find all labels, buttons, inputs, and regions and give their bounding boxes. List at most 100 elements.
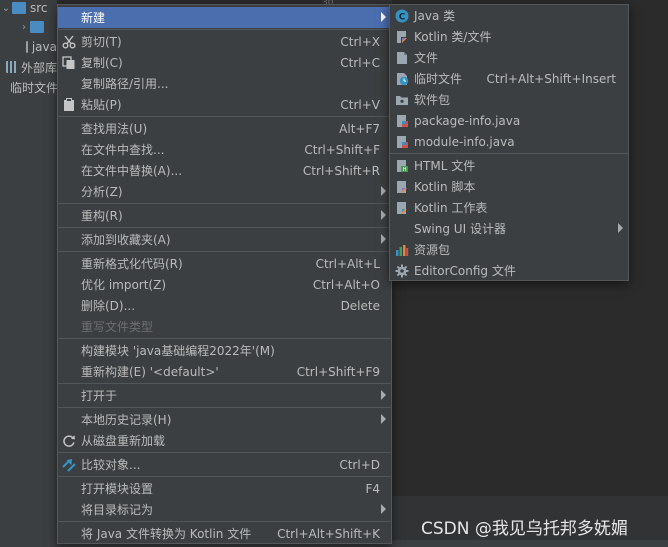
chevron-down-icon[interactable]: ⌄ [0,3,12,14]
menu-item-label: 打开于 [81,389,118,403]
menu-item-copy[interactable]: 复制(C) Ctrl+C [58,52,391,73]
shortcut-label: Ctrl+C [340,55,380,70]
chevron-right-icon [381,210,386,220]
menu-separator [58,203,391,204]
shortcut-label: Ctrl+Alt+Shift+K [277,526,380,541]
menu-item-label: 剪切(T) [81,35,122,49]
menu-item-delete[interactable]: 删除(D)... Delete [58,295,391,316]
chevron-right-icon [381,12,386,22]
menu-item-label: 比较对象... [81,458,141,472]
menu-item-label: 本地历史记录(H) [81,413,172,427]
menu-item-optimize-imports[interactable]: 优化 import(Z) Ctrl+Alt+O [58,274,391,295]
menu-item-paste[interactable]: 粘贴(P) Ctrl+V [58,94,391,115]
menu-item-mark-directory-as[interactable]: 将目录标记为 [58,499,391,520]
submenu-item-kotlin-class[interactable]: Kotlin 类/文件 [390,26,628,47]
menu-item-copy-path[interactable]: 复制路径/引用... [58,73,391,94]
menu-item-find-usages[interactable]: 查找用法(U) Alt+F7 [58,118,391,139]
submenu-item-label: package-info.java [414,113,521,128]
chevron-right-icon[interactable]: › [18,22,30,33]
menu-item-add-to-favorites[interactable]: 添加到收藏夹(A) [58,229,391,250]
submenu-item-kotlin-script[interactable]: Kotlin 脚本 [390,176,628,197]
submenu-item-resource-bundle[interactable]: 资源包 [390,239,628,260]
menu-separator [390,153,628,154]
menu-item-open-in[interactable]: 打开于 [58,385,391,406]
menu-item-refactor[interactable]: 重构(R) [58,205,391,226]
tree-row-folder[interactable]: › [0,17,57,37]
submenu-item-package-info[interactable]: package-info.java [390,110,628,131]
submenu-item-module-info[interactable]: module-info.java [390,131,628,152]
menu-item-label: 在文件中替换(A)... [81,164,183,178]
menu-item-open-module-settings[interactable]: 打开模块设置 F4 [58,478,391,499]
menu-item-cut[interactable]: 剪切(T) Ctrl+X [58,31,391,52]
menu-item-convert-to-kotlin[interactable]: 将 Java 文件转换为 Kotlin 文件 Ctrl+Alt+Shift+K [58,523,391,544]
menu-item-rebuild[interactable]: 重新构建(E) '<default>' Ctrl+Shift+F9 [58,361,391,382]
library-icon [6,61,17,73]
tree-row-external-libraries[interactable]: 外部库 [0,57,57,77]
submenu-item-scratch-file[interactable]: 临时文件 Ctrl+Alt+Shift+Insert [390,68,628,89]
menu-item-label: 优化 import(Z) [81,278,167,292]
tree-label: java [31,40,57,54]
menu-item-label: 将目录标记为 [81,503,154,517]
submenu-item-swing-ui-designer[interactable]: Swing UI 设计器 [390,218,628,239]
submenu-item-java-class[interactable]: C Java 类 [390,5,628,26]
menu-item-compare-with[interactable]: 比较对象... Ctrl+D [58,454,391,475]
tree-row-java[interactable]: java [0,37,57,57]
menu-item-label: 添加到收藏夹(A) [81,233,171,247]
menu-item-label: 打开模块设置 [81,482,154,496]
new-submenu: C Java 类 Kotlin 类/文件 文件 临时文件 Ctrl+Alt+Sh… [389,4,629,281]
file-icon [394,50,410,66]
submenu-item-label: 临时文件 [414,72,463,86]
submenu-item-package[interactable]: 软件包 [390,89,628,110]
java-file-icon [394,113,410,129]
kotlin-file-icon [394,29,410,45]
submenu-item-label: 资源包 [414,243,451,257]
submenu-item-label: Kotlin 工作表 [414,201,488,215]
menu-item-override-file-type: 重写文件类型 [58,316,391,337]
svg-text:C: C [399,13,406,23]
chevron-right-icon [381,414,386,424]
menu-item-label: 重写文件类型 [81,320,154,334]
menu-item-reformat-code[interactable]: 重新格式化代码(R) Ctrl+Alt+L [58,253,391,274]
menu-item-reload-from-disk[interactable]: 从磁盘重新加载 [58,430,391,451]
compare-icon [61,457,77,473]
submenu-item-label: Kotlin 脚本 [414,180,476,194]
submenu-item-label: 软件包 [414,93,451,107]
submenu-item-file[interactable]: 文件 [390,47,628,68]
menu-separator [58,251,391,252]
menu-item-replace-in-files[interactable]: 在文件中替换(A)... Ctrl+Shift+R [58,160,391,181]
reload-icon [61,433,77,449]
menu-item-label: 复制路径/引用... [81,77,169,91]
submenu-item-kotlin-worksheet[interactable]: Kotlin 工作表 [390,197,628,218]
watermark: CSDN @我见乌托邦多妩媚 [421,519,628,539]
menu-item-label: 分析(Z) [81,185,123,199]
shortcut-label: Ctrl+Shift+F9 [296,364,380,379]
shortcut-label: Ctrl+Alt+L [315,256,380,271]
shortcut-label: Ctrl+Alt+Shift+Insert [486,71,616,86]
kotlin-worksheet-icon [394,200,410,216]
chevron-right-icon [381,390,386,400]
submenu-item-label: Kotlin 类/文件 [414,30,492,44]
scissors-icon [61,34,77,50]
menu-item-find-in-files[interactable]: 在文件中查找... Ctrl+Shift+F [58,139,391,160]
scratch-file-icon [394,71,410,87]
submenu-item-html-file[interactable]: H HTML 文件 [390,155,628,176]
tree-row-scratches[interactable]: 临时文件 [0,77,57,97]
submenu-item-editorconfig[interactable]: EditorConfig 文件 [390,260,628,281]
gear-icon [394,263,410,279]
menu-item-label: 构建模块 'java基础编程2022年'(M) [81,344,275,358]
menu-item-build-module[interactable]: 构建模块 'java基础编程2022年'(M) [58,340,391,361]
menu-item-analyze[interactable]: 分析(Z) [58,181,391,202]
chevron-right-icon [381,504,386,514]
submenu-item-label: Swing UI 设计器 [414,222,506,236]
package-icon [394,92,410,108]
menu-item-label: 删除(D)... [81,299,136,313]
menu-separator [58,476,391,477]
menu-item-new[interactable]: 新建 [58,7,391,28]
menu-item-label: 重新构建(E) '<default>' [81,365,219,379]
copy-icon [61,55,77,71]
file-icon [26,41,28,53]
menu-item-local-history[interactable]: 本地历史记录(H) [58,409,391,430]
tree-row-src[interactable]: ⌄ src [0,0,57,18]
menu-item-label: 在文件中查找... [81,143,165,157]
resource-bundle-icon [394,242,410,258]
